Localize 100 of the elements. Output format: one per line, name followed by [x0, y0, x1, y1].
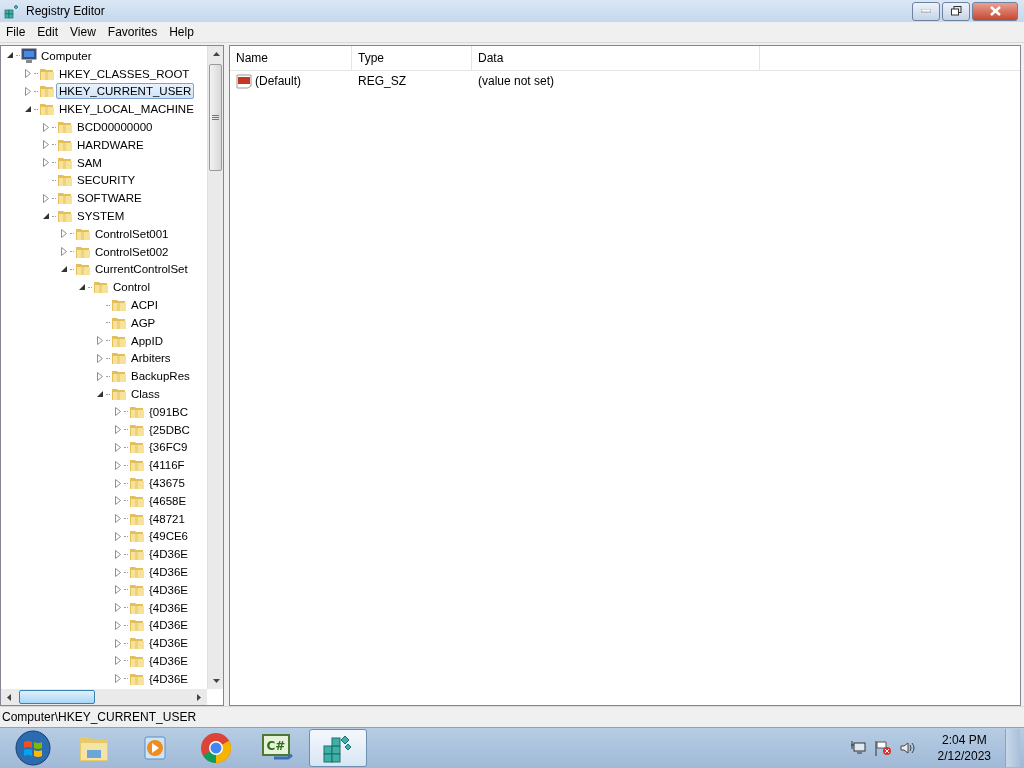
menu-item[interactable]: File	[0, 25, 32, 39]
expand-arrow-icon[interactable]	[40, 138, 52, 151]
tree-item[interactable]: BackupRes	[128, 368, 193, 385]
expand-arrow-icon[interactable]	[94, 370, 106, 383]
restore-button[interactable]	[942, 1, 970, 21]
taskbar-button[interactable]	[309, 729, 367, 767]
tree-item[interactable]: {4D36E	[146, 546, 191, 563]
expand-arrow-icon[interactable]	[112, 477, 124, 489]
tree-item[interactable]: Class	[128, 386, 163, 403]
expand-arrow-icon[interactable]	[94, 334, 106, 347]
value-name[interactable]: (Default)	[255, 74, 301, 88]
expand-arrow-icon[interactable]	[22, 85, 34, 98]
folder-icon	[129, 564, 145, 580]
tree-item[interactable]: ControlSet001	[92, 225, 172, 242]
folder-icon	[57, 119, 73, 136]
expand-arrow-icon[interactable]	[22, 67, 34, 80]
menu-item[interactable]: Favorites	[101, 25, 164, 39]
folder-icon	[93, 279, 109, 296]
flag-icon[interactable]	[873, 740, 892, 756]
tree-item[interactable]: Computer	[38, 47, 95, 64]
tree-item[interactable]: SOFTWARE	[74, 190, 145, 207]
folder-icon	[111, 368, 127, 385]
tree-item[interactable]: {49CE6	[146, 528, 191, 545]
expand-arrow-icon[interactable]	[112, 530, 124, 543]
folder-icon	[75, 261, 91, 278]
expand-arrow-icon[interactable]	[112, 637, 124, 650]
tree-item[interactable]: {4D36E	[146, 581, 191, 598]
close-button[interactable]	[972, 1, 1018, 21]
expand-arrow-icon[interactable]	[112, 512, 124, 525]
expand-arrow-icon[interactable]	[94, 352, 106, 365]
menu-item[interactable]: Help	[163, 25, 200, 39]
network-icon[interactable]	[849, 740, 866, 756]
folder-icon	[57, 172, 73, 189]
tree-item[interactable]: SECURITY	[74, 172, 139, 189]
folder-icon	[129, 546, 145, 563]
expand-arrow-icon[interactable]	[112, 405, 124, 418]
tree-item[interactable]: {48721	[146, 510, 188, 527]
expand-arrow-icon[interactable]	[112, 566, 124, 578]
window-title: Registry Editor	[26, 4, 106, 18]
tree-item[interactable]: HKEY_CLASSES_ROOT	[56, 65, 193, 82]
expand-arrow-icon[interactable]	[40, 192, 52, 205]
folder-icon	[57, 190, 73, 207]
chrome-icon[interactable]	[200, 732, 232, 764]
expand-arrow-icon[interactable]	[112, 583, 124, 596]
tree-item[interactable]: SYSTEM	[74, 208, 128, 225]
scrollbar-thumb[interactable]	[209, 64, 222, 171]
tree-item[interactable]: AGP	[128, 314, 159, 331]
tree-item[interactable]: Arbiters	[128, 350, 174, 367]
expand-arrow-icon[interactable]	[112, 672, 124, 685]
expand-arrow-icon[interactable]	[58, 227, 70, 240]
menu-item[interactable]: Edit	[31, 25, 65, 39]
folder-icon	[111, 386, 127, 403]
tree-item[interactable]: {4D36E	[146, 670, 191, 687]
folder-icon	[111, 350, 127, 367]
tree-item[interactable]: CurrentControlSet	[92, 261, 191, 278]
tree-item[interactable]: Control	[110, 279, 154, 296]
expand-arrow-icon[interactable]	[112, 548, 124, 561]
tree-item[interactable]: {4D36E	[146, 564, 191, 580]
column-header[interactable]: Name	[230, 46, 352, 70]
expand-arrow-icon[interactable]	[112, 459, 124, 472]
menu-item[interactable]: View	[64, 25, 102, 39]
tree-item[interactable]: HKEY_LOCAL_MACHINE	[56, 101, 197, 118]
tree-item[interactable]: {4D36E	[146, 635, 191, 652]
tree-item[interactable]: {4658E	[146, 492, 190, 509]
speaker-icon[interactable]	[899, 740, 916, 756]
cubes-icon	[4, 3, 20, 19]
expand-arrow-icon[interactable]	[112, 601, 124, 614]
minimize-icon	[921, 9, 931, 13]
tree-item[interactable]: {4116F	[146, 457, 188, 474]
taskbar-button[interactable]: C#	[248, 729, 306, 767]
expand-arrow-icon[interactable]	[58, 245, 70, 258]
tree-item[interactable]: {091BC	[146, 403, 191, 420]
tree-item[interactable]: {4D36E	[146, 653, 191, 669]
expand-arrow-icon[interactable]	[112, 441, 124, 454]
play-icon[interactable]	[141, 734, 169, 762]
tree-item[interactable]: {43675	[146, 475, 188, 491]
expand-arrow-icon[interactable]	[40, 121, 52, 134]
scrollbar-thumb[interactable]	[19, 690, 95, 704]
folder-icon	[129, 475, 145, 491]
tree-item[interactable]: {36FC9	[146, 439, 191, 456]
start-orb-icon[interactable]	[15, 730, 51, 766]
tree-item[interactable]: {4D36E	[146, 617, 191, 634]
expand-arrow-icon[interactable]	[112, 423, 124, 436]
tree-item[interactable]: {25DBC	[146, 421, 193, 438]
tree-item[interactable]: {4D36E	[146, 599, 191, 616]
tree-item[interactable]: HKEY_CURRENT_USER	[56, 83, 195, 100]
tree-item[interactable]: BCD00000000	[74, 119, 156, 136]
tree-item[interactable]: SAM	[74, 154, 105, 171]
show-desktop-button[interactable]	[1005, 729, 1020, 767]
expand-arrow-icon[interactable]	[112, 619, 124, 632]
clock[interactable]: 2:04 PM 2/12/2023	[937, 732, 991, 764]
expand-arrow-icon[interactable]	[112, 494, 124, 507]
expand-arrow-icon[interactable]	[112, 655, 124, 667]
expand-arrow-icon[interactable]	[40, 156, 52, 169]
tree-item[interactable]: AppID	[128, 332, 166, 349]
column-header[interactable]: Data	[472, 46, 760, 70]
tree-item[interactable]: ControlSet002	[92, 243, 172, 260]
column-header[interactable]: Type	[352, 46, 472, 70]
tree-item[interactable]: HARDWARE	[74, 136, 147, 153]
tree-item[interactable]: ACPI	[128, 297, 161, 314]
